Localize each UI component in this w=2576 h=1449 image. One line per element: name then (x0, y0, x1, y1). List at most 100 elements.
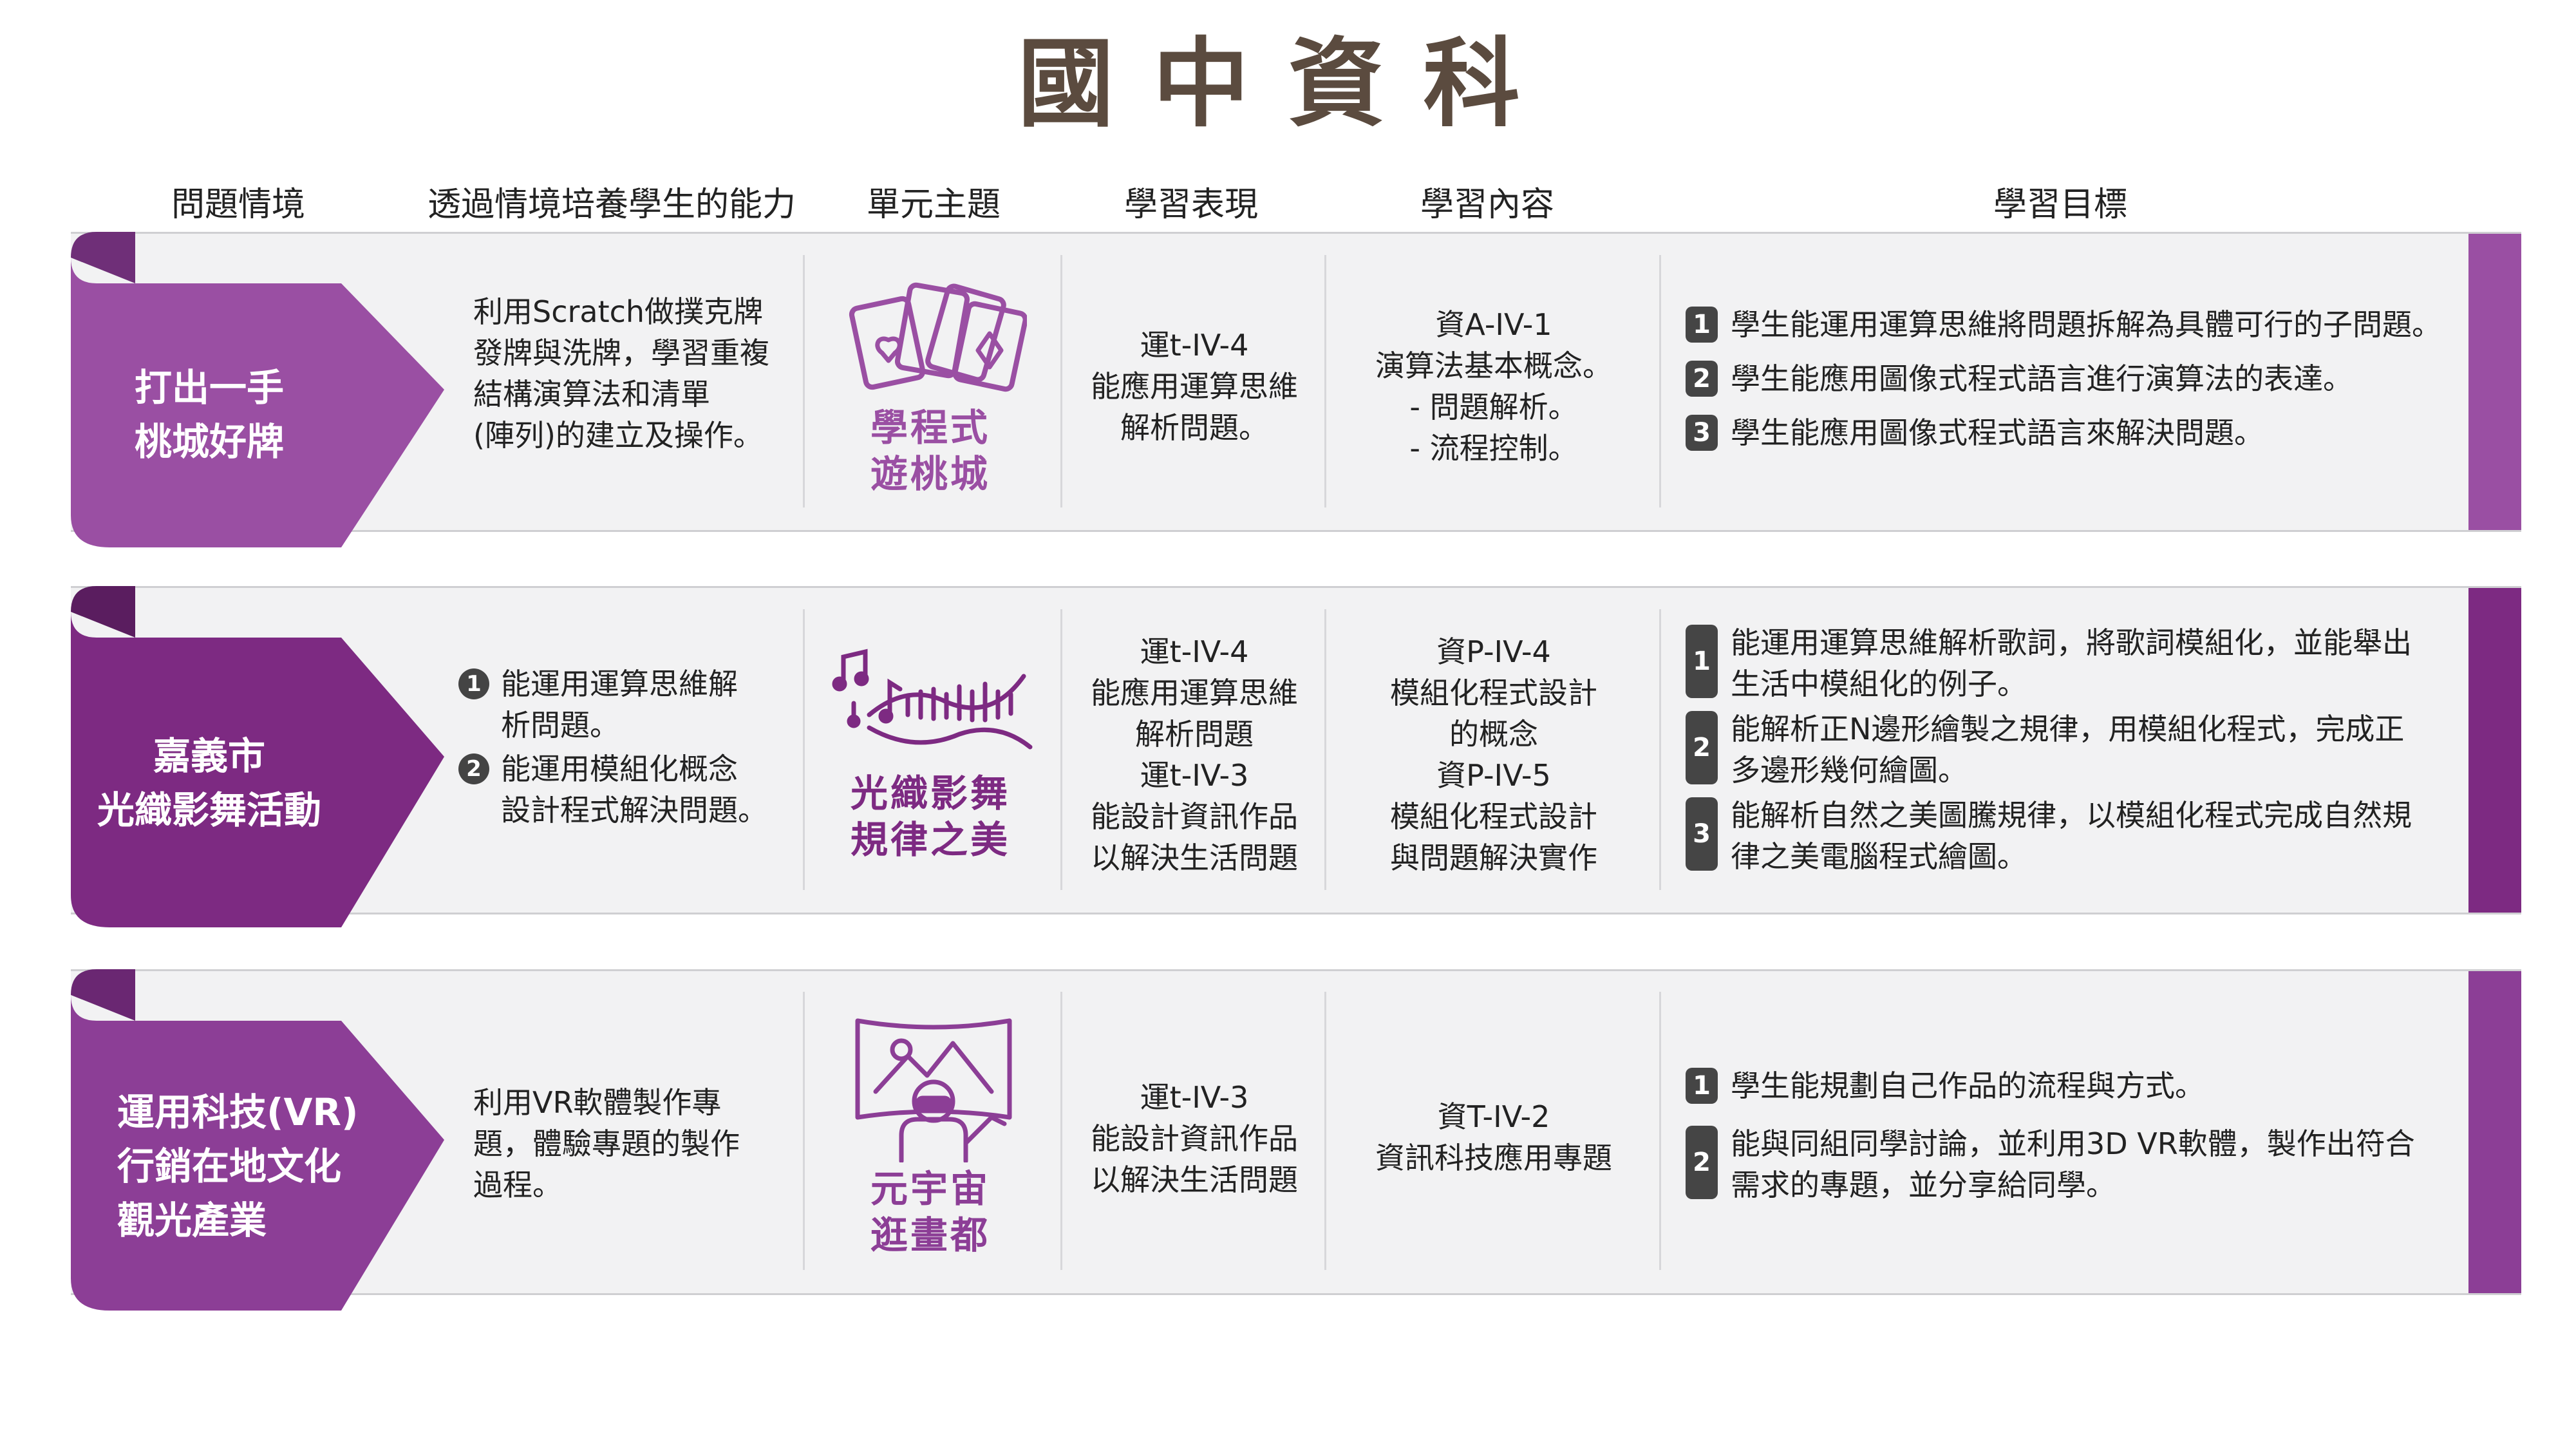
ability-item: 2 能運用模組化概念 設計程式解決問題。 (458, 748, 767, 831)
ability-number: 1 (458, 668, 489, 699)
theme-line: 學程式 (870, 406, 990, 450)
row-1-performance: 運t-IV-4 能應用運算思維 解析問題。 (1062, 325, 1326, 448)
goal-item: 2 學生能應用圖像式程式語言進行演算法的表達。 (1686, 358, 2441, 399)
row-1-theme: 學程式 遊桃城 (802, 404, 1059, 497)
ability-line: 發牌與洗牌，學習重複 (473, 336, 769, 370)
ability-line: 能運用模組化概念 (501, 752, 738, 786)
performance-line: 運t-IV-4 (1140, 634, 1249, 669)
content-line: 模組化程式設計 (1390, 799, 1597, 834)
row-2-ability: 1 能運用運算思維解 析問題。 2 能運用模組化概念 設計程式解決問題。 (458, 663, 767, 831)
scenario-line: 打出一手 (134, 366, 284, 410)
row-2-scenario-ribbon: 嘉義市 光織影舞活動 (71, 586, 444, 934)
vr-headset-icon (850, 1014, 1017, 1165)
row-2-goals: 1 能運用運算思維解析歌詞，將歌詞模組化，並能舉出 生活中模組化的例子。 2 能… (1686, 622, 2412, 877)
ability-line: 析問題。 (501, 708, 619, 743)
content-line: 模組化程式設計 (1390, 676, 1597, 710)
goal-line: 能與同組同學討論，並利用3D VR軟體，製作出符合 (1731, 1126, 2415, 1161)
row-1-ability: 利用Scratch做撲克牌 發牌與洗牌，學習重複 結構演算法和清單 (陣列)的建… (473, 291, 769, 456)
row-3-content: 資T-IV-2 資訊科技應用專題 (1333, 1096, 1655, 1179)
goal-line: 學生能運用運算思維將問題拆解為具體可行的子問題。 (1731, 307, 2441, 342)
row-2-content: 資P-IV-4 模組化程式設計 的概念 資P-IV-5 模組化程式設計 與問題解… (1333, 631, 1655, 878)
ability-line: 利用Scratch做撲克牌 (473, 294, 764, 329)
performance-line: 能應用運算思維 (1091, 676, 1298, 710)
row-3-performance: 運t-IV-3 能設計資訊作品 以解決生活問題 (1062, 1077, 1326, 1200)
content-line: 演算法基本概念。 (1375, 348, 1612, 383)
goal-line: 需求的專題，並分享給同學。 (1731, 1168, 2116, 1202)
row-1-content: 資A-IV-1 演算法基本概念。 - 問題解析。 - 流程控制。 (1333, 304, 1655, 469)
content-line: 資P-IV-4 (1436, 634, 1551, 669)
row-3-theme: 元宇宙 逛畫都 (802, 1166, 1059, 1258)
performance-line: 解析問題 (1135, 717, 1254, 752)
goal-item: 1 能運用運算思維解析歌詞，將歌詞模組化，並能舉出 生活中模組化的例子。 (1686, 622, 2412, 705)
theme-line: 光織影舞 (850, 772, 1010, 815)
content-line: - 流程控制。 (1409, 431, 1578, 466)
performance-line: 運t-IV-3 (1140, 1080, 1249, 1115)
scenario-line: 行銷在地文化 (117, 1144, 342, 1188)
performance-line: 解析問題。 (1120, 410, 1268, 445)
page-title: 國中資科 (1017, 27, 1559, 140)
goal-number: 1 (1686, 625, 1718, 698)
goal-number: 3 (1686, 797, 1718, 871)
row-3-goals: 1 學生能規劃自己作品的流程與方式。 2 能與同組同學討論，並利用3D VR軟體… (1686, 1065, 2415, 1206)
divider (1659, 992, 1661, 1270)
content-line: 資A-IV-1 (1435, 307, 1552, 342)
playing-cards-icon (847, 277, 1028, 408)
divider (1659, 609, 1661, 890)
goal-line: 學生能應用圖像式程式語言進行演算法的表達。 (1731, 361, 2353, 396)
goal-line: 多邊形幾何繪圖。 (1731, 753, 1968, 788)
performance-line: 運t-IV-3 (1140, 758, 1249, 793)
performance-line: 以解決生活問題 (1091, 840, 1298, 875)
theme-line: 規律之美 (850, 818, 1010, 862)
ability-line: 設計程式解決問題。 (501, 793, 767, 828)
ability-line: 過程。 (473, 1168, 562, 1202)
scenario-line: 嘉義市 (153, 734, 265, 778)
row-3-ability: 利用VR軟體製作專 題，體驗專題的製作 過程。 (473, 1082, 740, 1206)
goal-line: 學生能規劃自己作品的流程與方式。 (1731, 1068, 2205, 1103)
ability-line: 能運用運算思維解 (501, 667, 738, 701)
theme-line: 逛畫都 (870, 1213, 990, 1257)
column-header-goals: 學習目標 (1993, 185, 2127, 224)
ability-line: 利用VR軟體製作專 (473, 1085, 722, 1120)
row-3-scenario-ribbon: 運用科技(VR) 行銷在地文化 觀光產業 (71, 969, 444, 1317)
scenario-line: 光織影舞活動 (97, 788, 321, 832)
row-2-end-marker (2468, 588, 2521, 913)
row-1-goals: 1 學生能運用運算思維將問題拆解為具體可行的子問題。 2 學生能應用圖像式程式語… (1686, 304, 2441, 453)
goal-item: 2 能解析正N邊形繪製之規律，用模組化程式，完成正 多邊形幾何繪圖。 (1686, 708, 2412, 791)
content-line: 與問題解決實作 (1390, 840, 1597, 875)
content-line: - 問題解析。 (1409, 390, 1578, 424)
performance-line: 運t-IV-4 (1140, 328, 1249, 363)
performance-line: 能應用運算思維 (1091, 369, 1298, 404)
ability-item: 1 能運用運算思維解 析問題。 (458, 663, 767, 746)
column-header-scenario: 問題情境 (171, 185, 305, 224)
divider (1659, 255, 1661, 507)
goal-line: 學生能應用圖像式程式語言來解決問題。 (1731, 415, 2264, 450)
theme-line: 元宇宙 (870, 1167, 990, 1211)
goal-item: 2 能與同組同學討論，並利用3D VR軟體，製作出符合 需求的專題，並分享給同學… (1686, 1123, 2415, 1206)
goal-line: 律之美電腦程式繪圖。 (1731, 839, 2027, 874)
content-line: 資T-IV-2 (1437, 1099, 1550, 1134)
goal-item: 3 能解析自然之美圖騰規律，以模組化程式完成自然規 律之美電腦程式繪圖。 (1686, 795, 2412, 877)
performance-line: 能設計資訊作品 (1091, 1121, 1298, 1156)
column-header-content: 學習內容 (1420, 185, 1554, 224)
music-notes-icon (831, 644, 1043, 756)
content-line: 資P-IV-5 (1436, 758, 1551, 793)
ability-number: 2 (458, 753, 489, 784)
content-line: 資訊科技應用專題 (1375, 1141, 1612, 1175)
goal-number: 2 (1686, 361, 1718, 397)
scenario-line: 運用科技(VR) (117, 1090, 359, 1134)
goal-line: 能運用運算思維解析歌詞，將歌詞模組化，並能舉出 (1731, 625, 2412, 660)
goal-item: 1 學生能運用運算思維將問題拆解為具體可行的子問題。 (1686, 304, 2441, 345)
goal-line: 能解析正N邊形繪製之規律，用模組化程式，完成正 (1731, 712, 2405, 746)
goal-number: 1 (1686, 307, 1718, 343)
column-header-theme: 單元主題 (866, 185, 1001, 224)
goal-number: 2 (1686, 711, 1718, 784)
goal-item: 3 學生能應用圖像式程式語言來解決問題。 (1686, 412, 2441, 453)
goal-number: 3 (1686, 415, 1718, 451)
theme-line: 遊桃城 (870, 452, 990, 496)
performance-line: 以解決生活問題 (1091, 1162, 1298, 1197)
column-header-performance: 學習表現 (1123, 185, 1258, 224)
goal-line: 生活中模組化的例子。 (1731, 667, 2027, 701)
row-2-theme: 光織影舞 規律之美 (802, 770, 1059, 863)
ability-line: 結構演算法和清單 (473, 377, 710, 412)
row-1-scenario-ribbon: 打出一手 桃城好牌 (71, 232, 444, 554)
